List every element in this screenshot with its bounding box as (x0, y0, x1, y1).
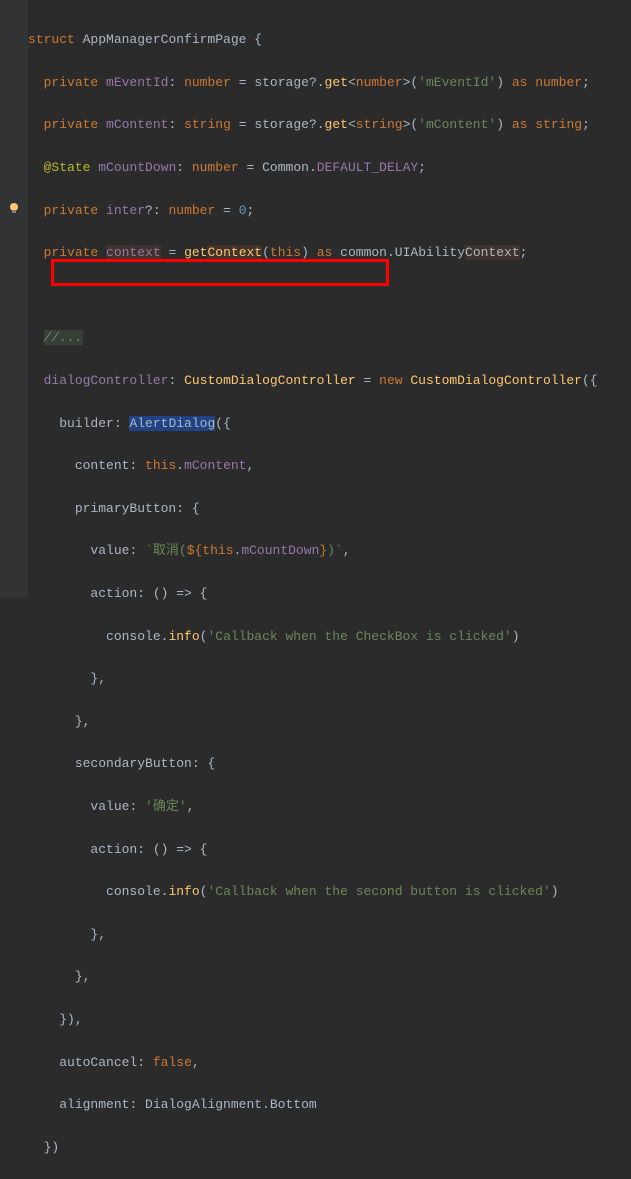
lightbulb-icon[interactable] (8, 202, 20, 214)
code-line[interactable]: content: this.mContent, (28, 455, 598, 476)
code-line[interactable]: secondaryButton: { (28, 753, 598, 774)
code-line[interactable] (28, 285, 598, 306)
code-line[interactable]: console.info('Callback when the CheckBox… (28, 626, 598, 647)
code-line[interactable]: }, (28, 668, 598, 689)
code-line[interactable]: @State mCountDown: number = Common.DEFAU… (28, 157, 598, 178)
code-line[interactable]: value: '确定', (28, 796, 598, 817)
code-line[interactable]: struct AppManagerConfirmPage { (28, 29, 598, 50)
code-line[interactable]: alignment: DialogAlignment.Bottom (28, 1094, 598, 1115)
gutter (0, 0, 28, 598)
code-line[interactable]: private context = getContext(this) as co… (28, 242, 598, 263)
code-line[interactable]: }, (28, 924, 598, 945)
code-line[interactable]: dialogController: CustomDialogController… (28, 370, 598, 391)
code-line[interactable]: action: () => { (28, 839, 598, 860)
code-line[interactable]: private inter?: number = 0; (28, 200, 598, 221)
code-line[interactable]: //... (28, 327, 598, 348)
code-line[interactable]: action: () => { (28, 583, 598, 604)
code-line[interactable]: private mContent: string = storage?.get<… (28, 114, 598, 135)
code-line[interactable]: value: `取消(${this.mCountDown})`, (28, 540, 598, 561)
code-line[interactable]: private mEventId: number = storage?.get<… (28, 72, 598, 93)
code-line[interactable]: console.info('Callback when the second b… (28, 881, 598, 902)
code-line[interactable]: builder: AlertDialog({ (28, 413, 598, 434)
code-line[interactable]: }, (28, 966, 598, 987)
code-line[interactable]: autoCancel: false, (28, 1052, 598, 1073)
code-line[interactable]: }), (28, 1009, 598, 1030)
code-line[interactable]: primaryButton: { (28, 498, 598, 519)
code-editor[interactable]: struct AppManagerConfirmPage { private m… (28, 8, 598, 1179)
code-line[interactable]: }) (28, 1137, 598, 1158)
code-line[interactable]: }, (28, 711, 598, 732)
